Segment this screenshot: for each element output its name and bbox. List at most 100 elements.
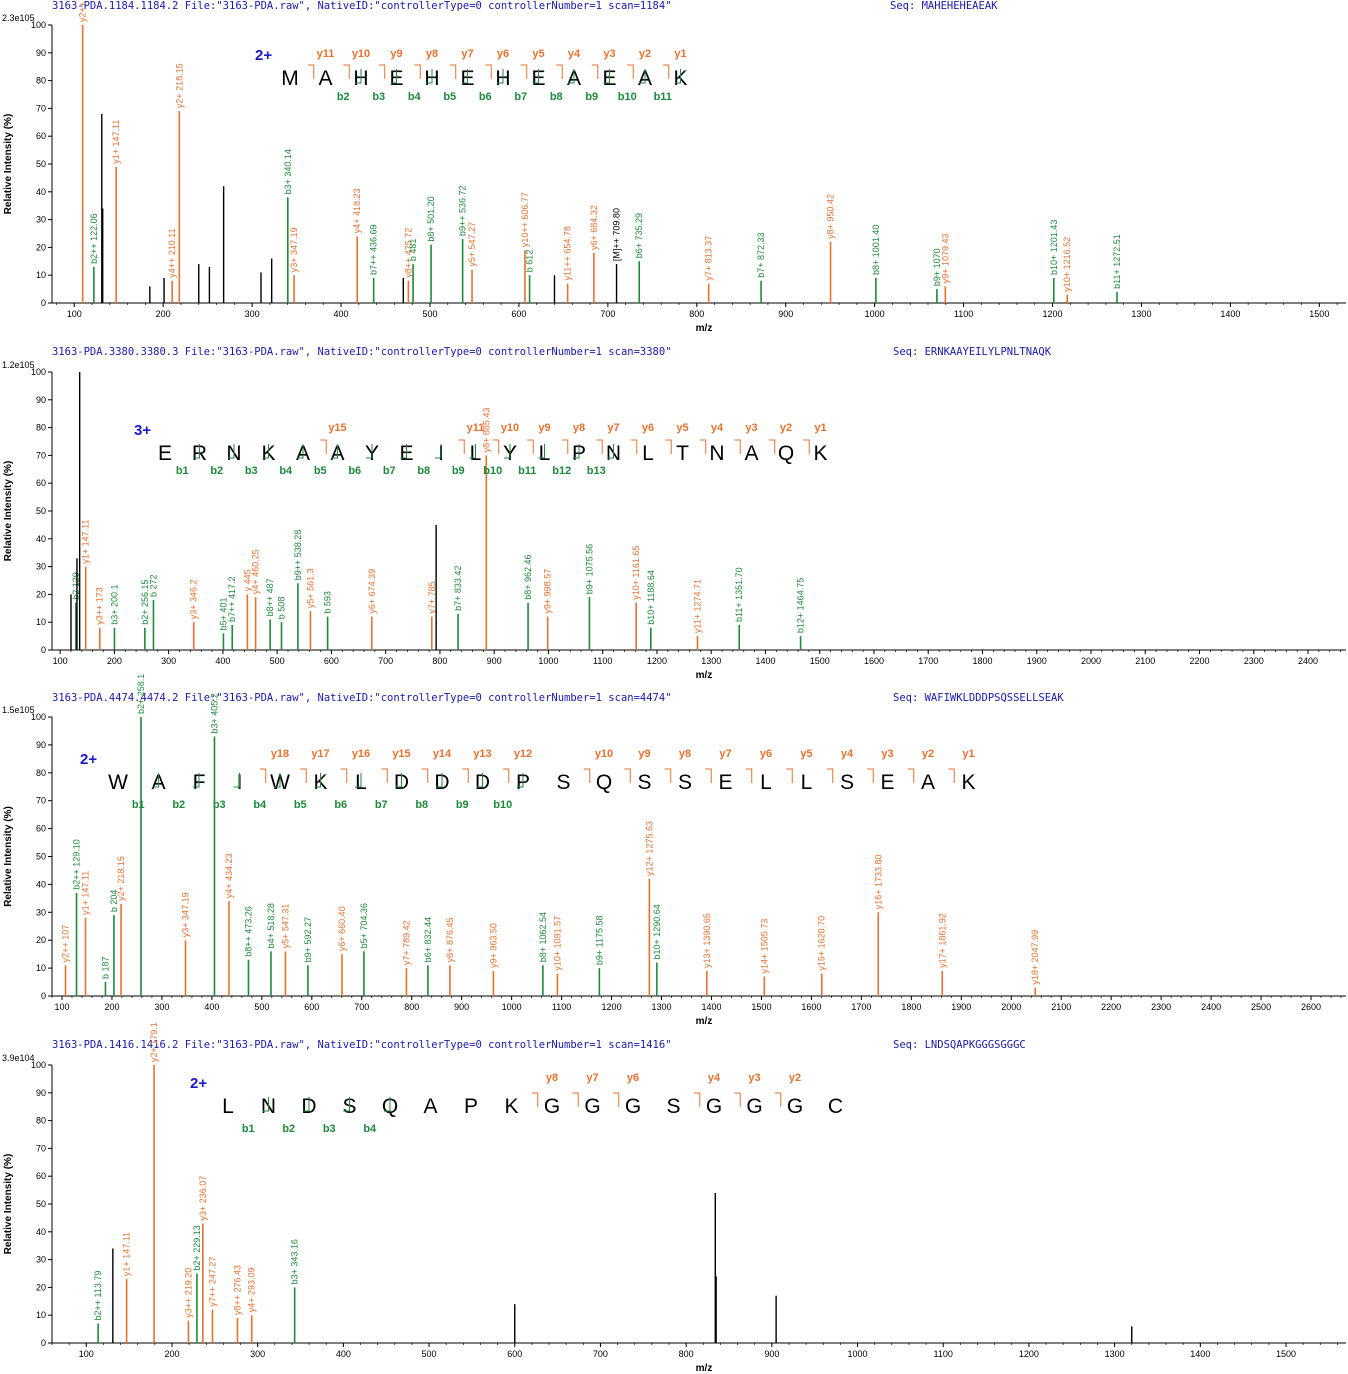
b-ion-label: b2 [210,465,223,477]
peak-label: b11+ 1351.70 [734,567,744,622]
y-ion-label: y1 [674,48,686,60]
residue: L [222,1095,234,1118]
y-cleavage-mark [520,64,528,79]
x-tick-label: 1300 [701,656,721,666]
b-ion-label: b3 [245,465,258,477]
residue: S [666,1095,680,1118]
b-ion-label: b2 [172,799,185,811]
peak-label: b10+ 1201.43 [1049,220,1059,275]
peak-label: y4+ 460.25 [251,549,261,594]
y-ion-label: y6 [497,48,509,60]
y-cleavage-mark [449,64,457,79]
residue: G [625,1095,641,1118]
peak-label: y9+ 1079.43 [940,234,950,284]
y-ion-label: y15 [392,748,410,760]
peak-label: y2++ 109.5 [78,0,88,22]
x-tick-label: 500 [422,1349,437,1359]
y-cleavage-mark [485,64,492,79]
peak-label: y15+ 1620.70 [817,916,827,971]
x-tick-label: 1600 [801,1002,821,1012]
peak-label: b 612 [525,250,535,273]
y-cleavage-mark [665,439,672,454]
y-cleavage-mark [693,1092,701,1107]
y-tick-label: 50 [36,506,46,516]
x-tick-label: 1800 [972,656,992,666]
y-axis-label: Relative Intensity (%) [3,806,14,907]
y-cleavage-mark [768,439,776,454]
peak-label: y10+ 1091.57 [552,916,562,971]
peak-label: y14+ 1505.73 [759,919,769,974]
x-tick-label: 400 [336,1349,351,1359]
peak-label: y10+ 1216.52 [1062,237,1072,292]
peak-label: b8++ 487 [265,578,275,616]
y-tick-label: 0 [41,298,46,308]
x-tick-label: 1300 [1131,309,1151,319]
peak-label: b7+ 872.33 [756,232,766,277]
y-cleavage-mark [421,768,429,783]
b-ion-label: b11 [654,91,672,103]
peak-label: y10+ 1161.65 [631,546,641,600]
peak-label: b 481 [408,239,418,262]
y-tick-label: 20 [36,242,46,252]
x-tick-label: 1300 [652,1002,672,1012]
peak-label: y1+ 147.11 [111,120,121,164]
b-ion-label: b12 [552,465,571,477]
y-cleavage-mark [307,64,315,79]
peak-label: b6+ 735.29 [634,213,644,258]
peak-label: b10+ 1188.64 [646,570,656,625]
y-tick-label: 30 [36,562,46,572]
peak-label: b8++ 473.26 [243,906,253,957]
y-cleavage-mark [699,439,707,454]
y-tick-label: 80 [36,76,46,86]
x-tick-label: 600 [304,1002,319,1012]
b-ion-label: b6 [479,91,492,103]
x-tick-label: 700 [593,1349,608,1359]
intensity-max-label: 2.3e105 [2,13,35,23]
y-tick-label: 30 [36,907,46,917]
y-cleavage-mark [627,64,634,79]
x-tick-label: 200 [104,1002,119,1012]
y-tick-label: 10 [36,963,46,973]
y-ion-label: y4 [841,748,854,760]
y-ion-label: y7 [461,48,473,60]
peak-label: y6+ 684.32 [589,205,599,250]
y-tick-label: 10 [36,617,46,627]
y-cleavage-mark [492,439,500,454]
residue: C [828,1095,843,1118]
peak-label: y3+ 347.19 [289,227,299,272]
residue: K [961,771,975,794]
y-ion-label: y8 [679,748,691,760]
y-cleavage-mark [414,64,421,79]
peak-label: b8+ 962.46 [523,554,533,599]
sequence-annotation: 3+E R N K A A Y E I L Y L P N L T N A Q Ky15 y11 y10 y9 y8 y7 y6 y… [134,422,828,477]
peak-label: y7+ 813.37 [704,236,714,281]
peak-label: b3+ 340.14 [283,149,293,194]
x-tick-label: 800 [432,656,447,666]
x-tick-label: 500 [270,656,285,666]
peak-label: b8+ 1001.40 [871,225,881,275]
x-tick-label: 1000 [848,1349,868,1359]
y-cleavage-mark [907,768,915,783]
x-tick-label: 600 [324,656,339,666]
y-tick-label: 0 [41,645,46,655]
x-tick-label: 1200 [1042,309,1062,319]
residue: G [706,1095,722,1118]
peak-label: y2++ 107 [60,925,70,963]
x-tick-label: 800 [679,1349,694,1359]
y-cleavage-mark [948,768,955,783]
y-ion-label: y10 [352,48,370,60]
x-tick-label: 1100 [552,1002,571,1012]
y-tick-label: 90 [36,48,46,58]
x-tick-label: 1000 [865,309,885,319]
x-tick-label: 300 [245,309,260,319]
peak-label: b6+ 832.44 [423,917,433,962]
peak-label: y8++ 276.43 [232,1265,242,1315]
x-tick-label: 100 [53,656,68,666]
peak-label: b9+ 1075.56 [584,544,594,594]
y-ion-label: y15 [328,422,346,434]
residue: P [464,1095,478,1118]
x-tick-label: 500 [254,1002,269,1012]
peak-label: y3+ 347.19 [180,892,190,937]
peak-label: b9+ 592.27 [303,917,313,962]
sequence-label: Seq: WAFIWKLDDDPSQSSELLSEAK [893,692,1064,704]
